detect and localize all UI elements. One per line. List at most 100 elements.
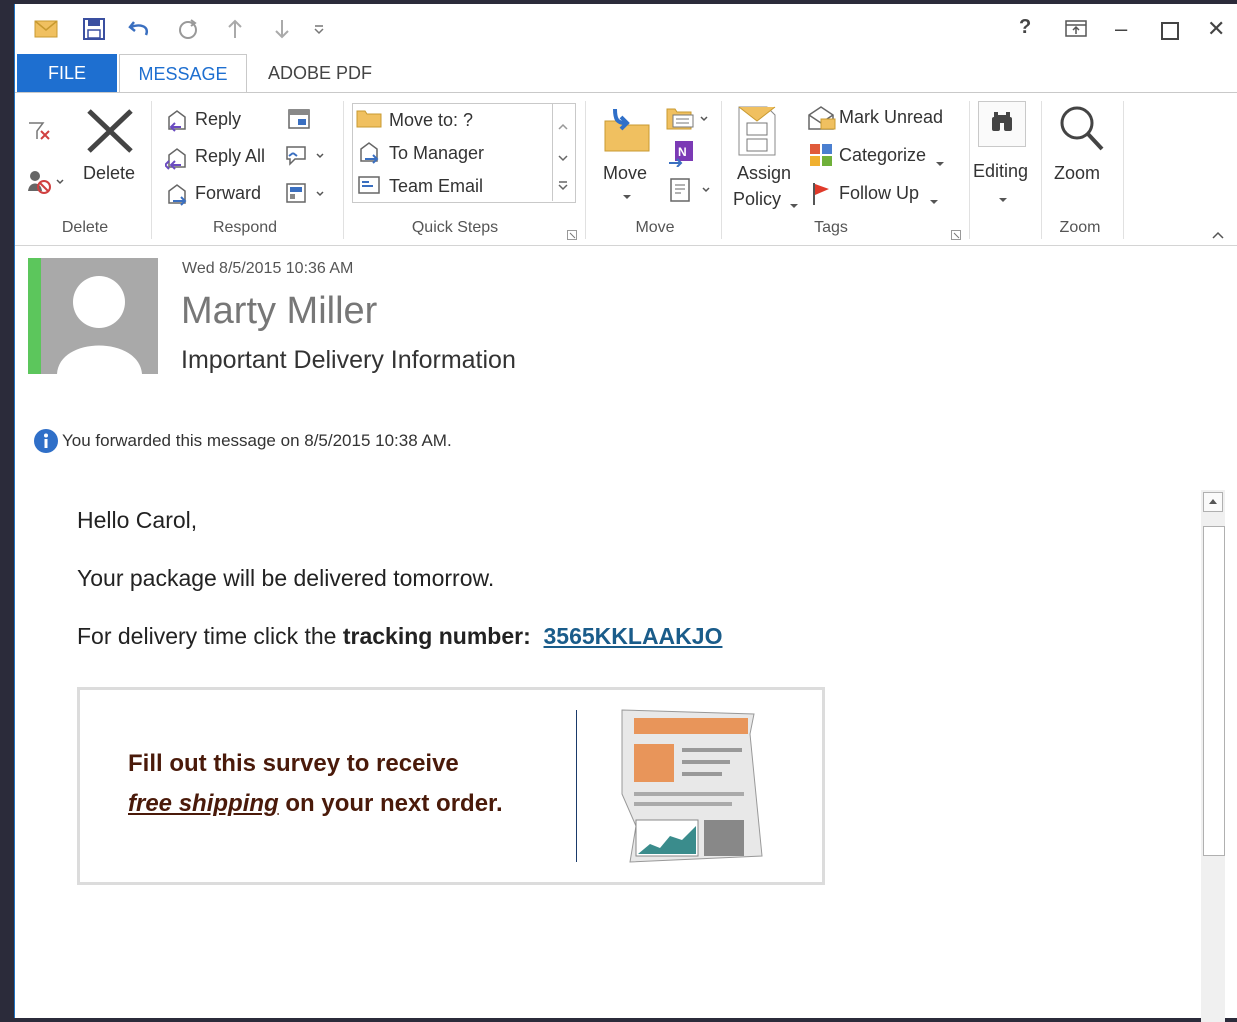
group-label-tags: Tags <box>814 219 848 236</box>
group-label-quick-steps: Quick Steps <box>411 219 499 236</box>
onenote-icon[interactable]: N <box>667 139 695 172</box>
tab-message[interactable]: MESSAGE <box>119 54 247 94</box>
group-label-move: Move <box>635 219 675 236</box>
ribbon-display-options-icon[interactable] <box>1065 18 1087 44</box>
body-line-1: Your package will be delivered tomorrow. <box>77 565 495 591</box>
group-divider <box>1041 101 1042 239</box>
editing-dropdown-icon[interactable] <box>998 191 1008 209</box>
mark-unread-icon <box>807 105 837 136</box>
survey-banner[interactable]: Fill out this survey to receive free shi… <box>77 687 825 885</box>
zoom-icon <box>1057 103 1105 158</box>
follow-up-flag-icon <box>811 181 833 212</box>
group-divider <box>721 101 722 239</box>
meeting-icon[interactable] <box>287 107 311 136</box>
reply-icon <box>165 109 191 138</box>
survey-divider <box>576 710 577 862</box>
move-button[interactable]: Move <box>603 163 647 184</box>
binoculars-icon <box>990 111 1014 138</box>
presence-indicator <box>28 258 41 374</box>
quick-step-to-manager[interactable]: To Manager <box>389 143 484 164</box>
rules-icon[interactable] <box>665 103 711 138</box>
scroll-up-button[interactable] <box>1203 492 1223 512</box>
group-divider <box>969 101 970 239</box>
quick-steps-launcher-icon[interactable] <box>567 227 577 245</box>
gallery-scroll-up-icon[interactable] <box>557 117 569 135</box>
undo-icon[interactable] <box>125 16 155 42</box>
reply-all-icon <box>163 147 191 176</box>
help-button[interactable]: ? <box>1019 16 1031 39</box>
follow-up-button[interactable]: Follow Up <box>839 183 919 204</box>
body-line-2-prefix: For delivery time click the <box>77 623 343 649</box>
info-bar: You forwarded this message on 8/5/2015 1… <box>33 428 452 454</box>
survey-text: Fill out this survey to receive free shi… <box>128 744 503 824</box>
maximize-button[interactable] <box>1161 20 1179 46</box>
mail-icon[interactable] <box>31 16 61 42</box>
quick-step-team-email[interactable]: Team Email <box>389 176 483 197</box>
move-dropdown-icon[interactable] <box>621 189 633 207</box>
categorize-dropdown-icon[interactable] <box>935 155 945 173</box>
editing-button[interactable]: Editing <box>973 161 1028 182</box>
outlook-message-window: ? – ✕ FILE MESSAGE ADOBE PDF Delete Dele… <box>14 4 1237 1022</box>
next-item-icon[interactable] <box>267 16 297 42</box>
quick-step-move-to[interactable]: Move to: ? <box>389 110 473 131</box>
tags-launcher-icon[interactable] <box>951 227 961 245</box>
gallery-scroll-down-icon[interactable] <box>557 149 569 167</box>
survey-free-shipping[interactable]: free shipping <box>128 790 279 817</box>
assign-policy-dropdown-icon[interactable] <box>789 197 799 215</box>
assign-policy-icon <box>737 103 783 162</box>
message-date: Wed 8/5/2015 10:36 AM <box>182 260 354 277</box>
group-divider <box>343 101 344 239</box>
gallery-more-icon[interactable] <box>557 179 569 197</box>
info-bar-text: You forwarded this message on 8/5/2015 1… <box>62 431 452 450</box>
categorize-button[interactable]: Categorize <box>839 145 926 166</box>
info-icon <box>33 428 59 454</box>
customize-toolbar-icon[interactable] <box>307 16 331 42</box>
mark-unread-button[interactable]: Mark Unread <box>839 107 943 128</box>
group-divider <box>585 101 586 239</box>
tab-file[interactable]: FILE <box>17 54 117 92</box>
tracking-number-link[interactable]: 3565KKLAAKJO <box>544 623 723 649</box>
assign-policy-button-line2[interactable]: Policy <box>733 189 781 210</box>
ribbon-tabs: FILE MESSAGE ADOBE PDF <box>15 54 1237 94</box>
ignore-icon[interactable] <box>27 119 55 148</box>
greeting: Hello Carol, <box>77 507 198 533</box>
reply-all-button[interactable]: Reply All <box>195 146 265 167</box>
to-manager-icon <box>357 141 383 170</box>
tab-adobe-pdf[interactable]: ADOBE PDF <box>255 54 385 92</box>
svg-text:N: N <box>678 145 687 159</box>
redo-icon[interactable] <box>173 16 203 42</box>
ribbon: Delete Delete Reply Reply All Forward Re… <box>15 92 1237 246</box>
more-respond-icon[interactable] <box>285 181 329 212</box>
reply-button[interactable]: Reply <box>195 109 241 130</box>
delete-button[interactable]: Delete <box>83 163 135 184</box>
delete-icon[interactable] <box>85 107 135 160</box>
survey-line-1: Fill out this survey to receive <box>128 750 459 777</box>
im-reply-icon[interactable] <box>285 143 329 174</box>
move-to-folder-icon <box>355 105 383 134</box>
zoom-button[interactable]: Zoom <box>1054 163 1100 184</box>
message-subject: Important Delivery Information <box>181 346 516 374</box>
survey-line-2: free shipping on your next order. <box>128 784 503 824</box>
group-label-respond: Respond <box>212 219 278 236</box>
collapse-ribbon-icon[interactable] <box>1211 227 1225 245</box>
forward-icon <box>165 183 191 212</box>
newspaper-icon <box>612 706 772 871</box>
close-button[interactable]: ✕ <box>1207 16 1225 42</box>
body-line-2-bold: tracking number: <box>342 623 531 649</box>
actions-icon[interactable] <box>667 177 713 210</box>
sender-avatar[interactable] <box>41 258 158 379</box>
title-bar: ? – ✕ <box>15 4 1237 54</box>
assign-policy-button-line1[interactable]: Assign <box>737 163 791 184</box>
previous-item-icon[interactable] <box>220 16 250 42</box>
junk-icon[interactable] <box>27 169 67 200</box>
scrollbar-thumb[interactable] <box>1203 526 1225 856</box>
group-divider <box>1123 101 1124 239</box>
save-icon[interactable] <box>79 16 109 42</box>
group-divider <box>151 101 152 239</box>
body-line-2: For delivery time click the tracking num… <box>77 623 722 650</box>
sender-name[interactable]: Marty Miller <box>181 290 377 333</box>
group-label-delete: Delete <box>61 219 109 236</box>
forward-button[interactable]: Forward <box>195 183 261 204</box>
follow-up-dropdown-icon[interactable] <box>929 193 939 211</box>
minimize-button[interactable]: – <box>1115 16 1127 42</box>
